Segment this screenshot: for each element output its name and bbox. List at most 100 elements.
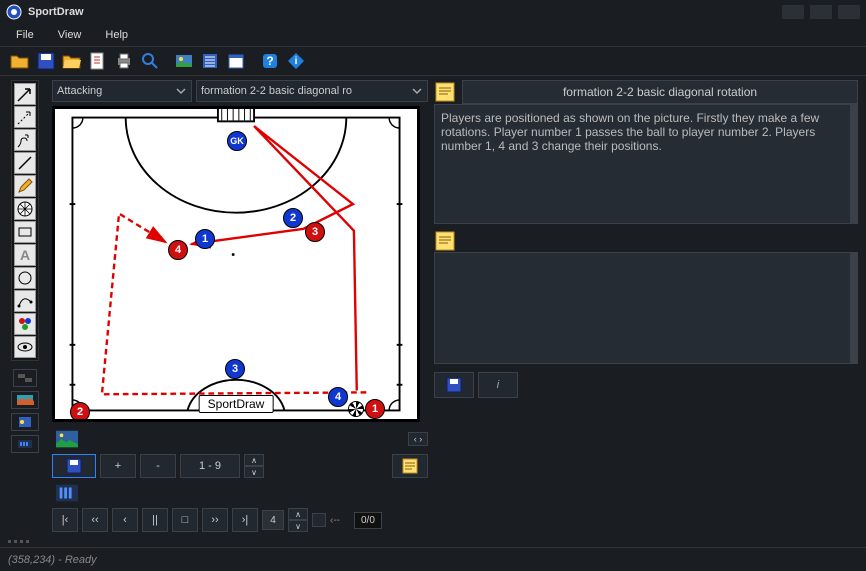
menu-file[interactable]: File (6, 27, 44, 43)
panel-save-button[interactable] (434, 372, 474, 398)
play-label: formation 2-2 basic diagonal ro (201, 85, 352, 97)
player-red-1[interactable]: 1 (365, 399, 385, 419)
range-down-button[interactable]: ∨ (244, 466, 264, 478)
main-toolbar: ? i (0, 46, 866, 76)
circle-tool-icon[interactable] (14, 267, 36, 289)
menu-help[interactable]: Help (95, 27, 138, 43)
player-gk[interactable]: GK (227, 131, 247, 151)
calendar-icon[interactable] (224, 49, 248, 73)
image-thumb-icon (56, 430, 78, 448)
player-tool-icon[interactable] (14, 313, 36, 335)
svg-text:i: i (295, 56, 298, 67)
maximize-button[interactable] (810, 5, 832, 19)
minimize-button[interactable] (782, 5, 804, 19)
side-btn-3[interactable] (11, 413, 39, 431)
note-icon (401, 457, 419, 475)
close-button[interactable] (838, 5, 860, 19)
save-disk-icon[interactable] (34, 49, 58, 73)
note-icon (434, 230, 456, 252)
menu-view[interactable]: View (48, 27, 92, 43)
chevron-down-icon (175, 85, 187, 97)
step-back-button[interactable]: ‹ (112, 508, 138, 532)
app-icon (6, 4, 22, 20)
add-frame-button[interactable]: + (100, 454, 136, 478)
text-tool-icon[interactable]: A (14, 244, 36, 266)
loop-checkbox[interactable] (312, 513, 326, 527)
list-icon[interactable] (198, 49, 222, 73)
folder-icon[interactable] (60, 49, 84, 73)
last-frame-button[interactable]: ›| (232, 508, 258, 532)
svg-text:?: ? (266, 54, 273, 68)
image-icon[interactable] (172, 49, 196, 73)
open-folder-icon[interactable] (8, 49, 32, 73)
play-dropdown[interactable]: formation 2-2 basic diagonal ro (196, 80, 428, 102)
status-text: (358,234) - Ready (8, 554, 97, 566)
remove-frame-button[interactable]: - (140, 454, 176, 478)
first-frame-button[interactable]: |‹ (52, 508, 78, 532)
dashed-arrow-tool-icon[interactable] (14, 106, 36, 128)
player-blue-2[interactable]: 2 (283, 208, 303, 228)
frame-thumb[interactable] (52, 428, 82, 450)
line-tool-icon[interactable] (14, 152, 36, 174)
ball-tool-icon[interactable] (14, 198, 36, 220)
status-bar: (358,234) - Ready (0, 547, 866, 571)
player-red-2[interactable]: 2 (70, 402, 90, 422)
eye-tool-icon[interactable] (14, 336, 36, 358)
canvas-watermark: SportDraw (199, 395, 274, 413)
notes-button[interactable] (392, 454, 428, 478)
player-blue-1[interactable]: 1 (195, 229, 215, 249)
film-thumb[interactable] (52, 482, 82, 504)
rewind-button[interactable]: ‹‹ (82, 508, 108, 532)
player-red-4[interactable]: 4 (168, 240, 188, 260)
right-info-column: formation 2-2 basic diagonal rotation Pl… (430, 76, 866, 536)
pause-button[interactable]: || (142, 508, 168, 532)
ball[interactable] (348, 401, 364, 417)
fast-forward-button[interactable]: ›› (202, 508, 228, 532)
title-bar: SportDraw (0, 0, 866, 24)
tool-palette-column: A (0, 76, 50, 536)
save-disk-icon (446, 377, 462, 393)
separator-dots (0, 536, 866, 547)
court-canvas[interactable]: GK 1 2 3 4 1 2 3 4 SportDraw (52, 106, 420, 422)
pencil-tool-icon[interactable] (14, 175, 36, 197)
svg-text:A: A (20, 247, 30, 263)
film-thumb-icon (56, 484, 78, 502)
main-area: A Attacking formation 2-2 basic diagonal… (0, 76, 866, 536)
under-canvas-controls: ‹ › + - 1 - 9 ∧ ∨ (52, 428, 428, 532)
frame-down-button[interactable]: ∨ (288, 520, 308, 532)
edit-doc-icon[interactable] (86, 49, 110, 73)
player-blue-4[interactable]: 4 (328, 387, 348, 407)
frame-strip-row: ‹ › (52, 428, 428, 450)
arrow-tool-icon[interactable] (14, 83, 36, 105)
frame-up-button[interactable]: ∧ (288, 508, 308, 520)
player-red-3[interactable]: 3 (305, 222, 325, 242)
play-info-panel: formation 2-2 basic diagonal rotation Pl… (434, 80, 858, 224)
side-btn-2[interactable] (11, 391, 39, 409)
drawing-tools-box: A (11, 80, 39, 361)
secondary-notes-body[interactable] (434, 252, 858, 364)
info-icon[interactable]: i (284, 49, 308, 73)
save-frame-button[interactable] (52, 454, 96, 478)
print-icon[interactable] (112, 49, 136, 73)
panel-info-button[interactable]: i (478, 372, 518, 398)
zoom-icon[interactable] (138, 49, 162, 73)
wavy-arrow-tool-icon[interactable] (14, 129, 36, 151)
collapse-toggle[interactable]: ‹ › (408, 432, 428, 446)
frame-edit-row: + - 1 - 9 ∧ ∨ (52, 454, 428, 478)
side-btn-1[interactable] (13, 369, 37, 387)
play-description[interactable]: Players are positioned as shown on the p… (434, 104, 858, 224)
category-dropdown[interactable]: Attacking (52, 80, 192, 102)
help-icon[interactable]: ? (258, 49, 282, 73)
menu-bar: File View Help (0, 24, 866, 46)
stop-button[interactable]: □ (172, 508, 198, 532)
save-disk-icon (66, 458, 82, 474)
chevron-down-icon (411, 85, 423, 97)
frame-number-input[interactable] (262, 510, 284, 530)
rect-tool-icon[interactable] (14, 221, 36, 243)
frame-range-button[interactable]: 1 - 9 (180, 454, 240, 478)
curve-tool-icon[interactable] (14, 290, 36, 312)
frame-range-stepper: ∧ ∨ (244, 454, 264, 478)
player-blue-3[interactable]: 3 (225, 359, 245, 379)
side-btn-4[interactable] (11, 435, 39, 453)
range-up-button[interactable]: ∧ (244, 454, 264, 466)
